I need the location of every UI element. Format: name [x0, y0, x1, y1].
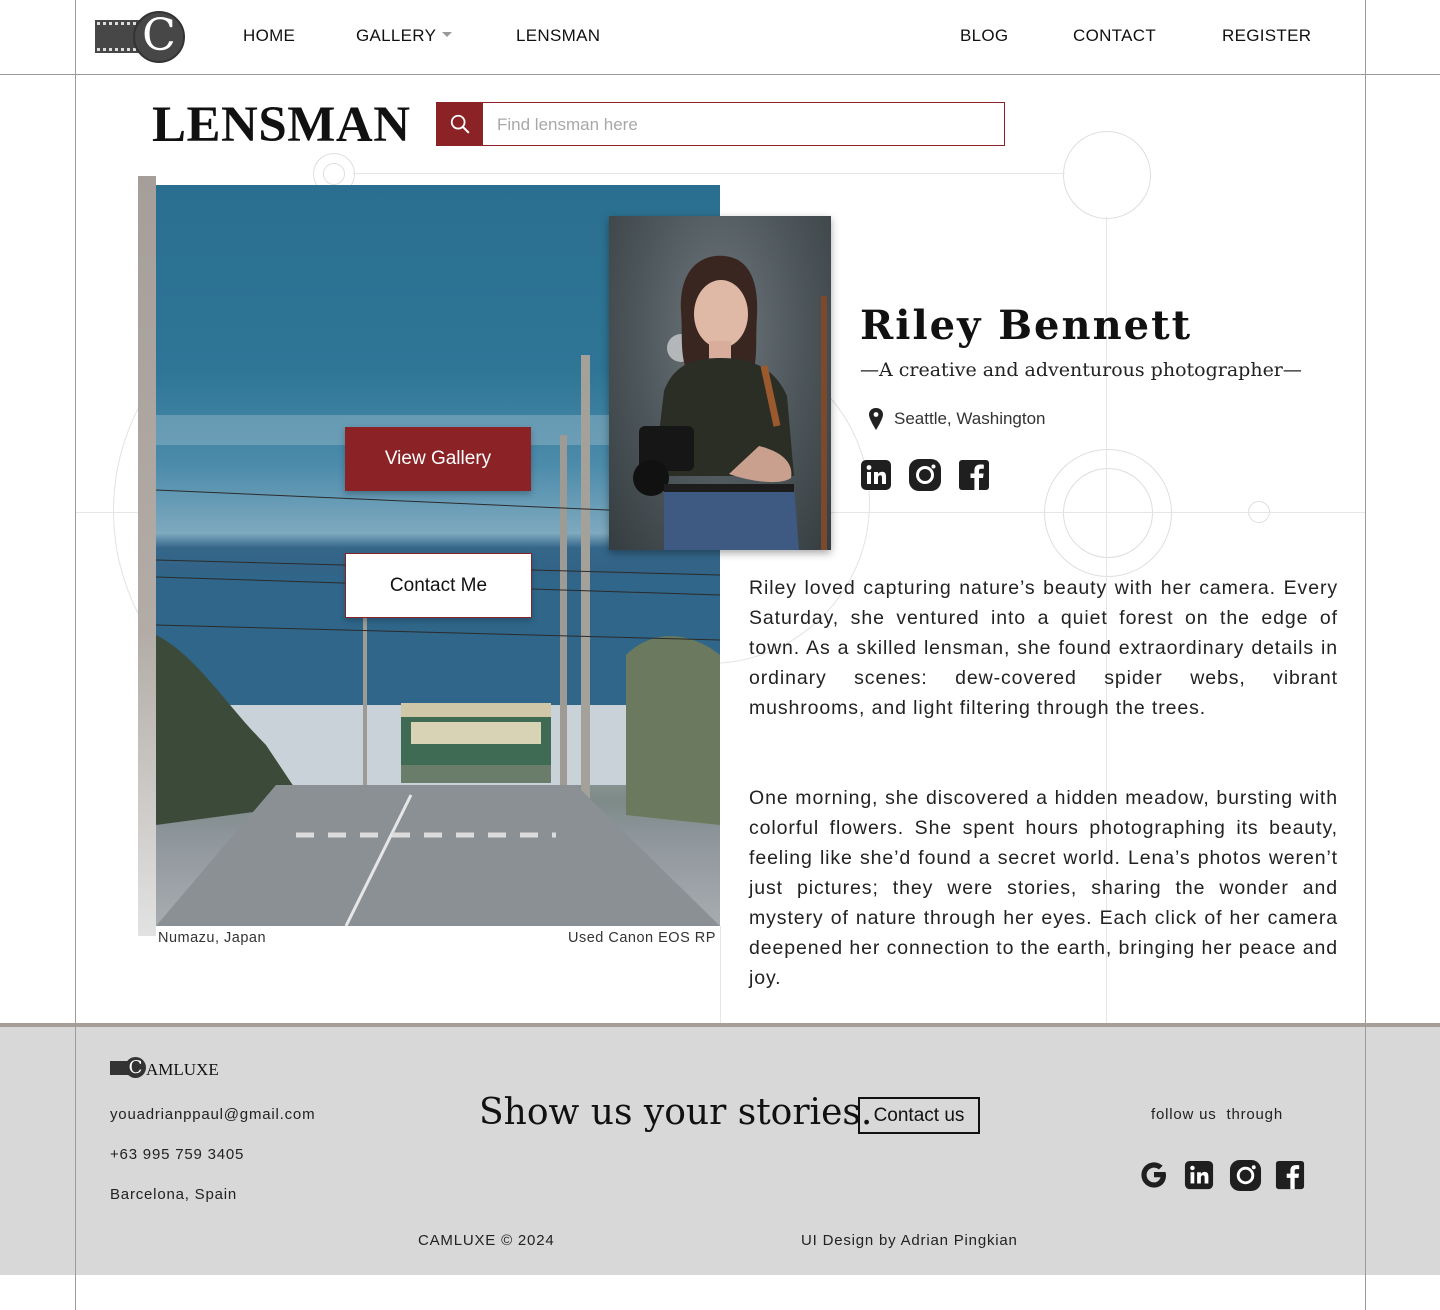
nav-home[interactable]: HOME [243, 26, 295, 46]
location-pin-icon [869, 408, 883, 430]
nav-bottom-line [0, 74, 1440, 75]
footer-brand-name: AMLUXE [146, 1060, 219, 1079]
profile-name: Riley Bennett [860, 302, 1193, 349]
caption-location: Numazu, Japan [158, 930, 267, 946]
instagram-icon [1229, 1159, 1261, 1191]
caption-camera: Used Canon EOS RP [568, 930, 716, 946]
deco-line-top [353, 173, 1065, 174]
footer-follow-text: follow us through [1151, 1106, 1283, 1123]
profile-linkedin-link[interactable] [860, 459, 892, 491]
frame-right-line-footer [1365, 0, 1366, 1310]
footer-phone[interactable]: +63 995 759 3405 [110, 1146, 244, 1163]
search-button[interactable] [437, 103, 483, 145]
profile-location: Seattle, Washington [894, 409, 1046, 428]
view-gallery-button[interactable]: View Gallery [345, 427, 531, 491]
nav-register[interactable]: REGISTER [1222, 26, 1311, 46]
bio-paragraph-1: Riley loved capturing nature’s beauty wi… [749, 577, 1338, 719]
footer-linkedin-link[interactable] [1184, 1160, 1214, 1190]
search-input[interactable] [495, 103, 989, 147]
contact-me-button[interactable]: Contact Me [345, 553, 532, 618]
search-bar [436, 102, 1005, 147]
nav-gallery-label: GALLERY [356, 26, 437, 45]
logo-c-lens: C [133, 11, 185, 63]
google-icon [1141, 1162, 1166, 1188]
deco-line-vertical-2 [720, 926, 721, 1023]
brand-logo[interactable]: C [95, 11, 185, 63]
footer-logo-c: C [125, 1057, 146, 1078]
footer-email[interactable]: youadrianppaul@gmail.com [110, 1106, 315, 1123]
footer-address: Barcelona, Spain [110, 1186, 238, 1203]
logo-letter: C [142, 10, 176, 61]
profile-facebook-link[interactable] [958, 459, 990, 491]
linkedin-icon [861, 460, 891, 490]
nav-gallery[interactable]: GALLERY [356, 26, 453, 46]
chevron-down-icon [442, 32, 453, 38]
footer-contact-button[interactable]: Contact us [858, 1097, 980, 1134]
profile-instagram-link[interactable] [908, 458, 942, 492]
footer-cta-text: Show us your stories. [479, 1092, 873, 1133]
search-icon [450, 114, 470, 134]
footer-facebook-link[interactable] [1275, 1160, 1305, 1190]
nav-blog[interactable]: BLOG [960, 26, 1008, 46]
deco-circle-top [1063, 131, 1151, 219]
footer-copyright: CAMLUXE © 2024 [418, 1232, 555, 1249]
profile-tagline: —A creative and adventurous photographer… [860, 359, 1302, 381]
facebook-icon [1275, 1160, 1305, 1190]
footer-credit: UI Design by Adrian Pingkian [801, 1232, 1018, 1249]
page-title: LENSMAN [152, 97, 411, 153]
nav-contact[interactable]: CONTACT [1073, 26, 1156, 46]
linkedin-icon [1184, 1160, 1214, 1190]
facebook-icon [959, 460, 989, 490]
hero-side-bar [138, 176, 156, 936]
footer-instagram-link[interactable] [1228, 1158, 1262, 1192]
footer-google-link[interactable] [1137, 1158, 1171, 1192]
profile-photo[interactable] [609, 216, 831, 550]
frame-left-line-footer [75, 0, 76, 1310]
deco-circle-ring-inner [1063, 468, 1153, 558]
deco-circle-dot-left-inner [323, 163, 345, 185]
bio-paragraph-2: One morning, she discovered a hidden mea… [749, 787, 1338, 989]
nav-lensman[interactable]: LENSMAN [516, 26, 600, 46]
portrait-figure [633, 255, 827, 550]
footer-brand-logo[interactable]: C AMLUXE [110, 1057, 230, 1081]
instagram-icon [909, 459, 941, 491]
